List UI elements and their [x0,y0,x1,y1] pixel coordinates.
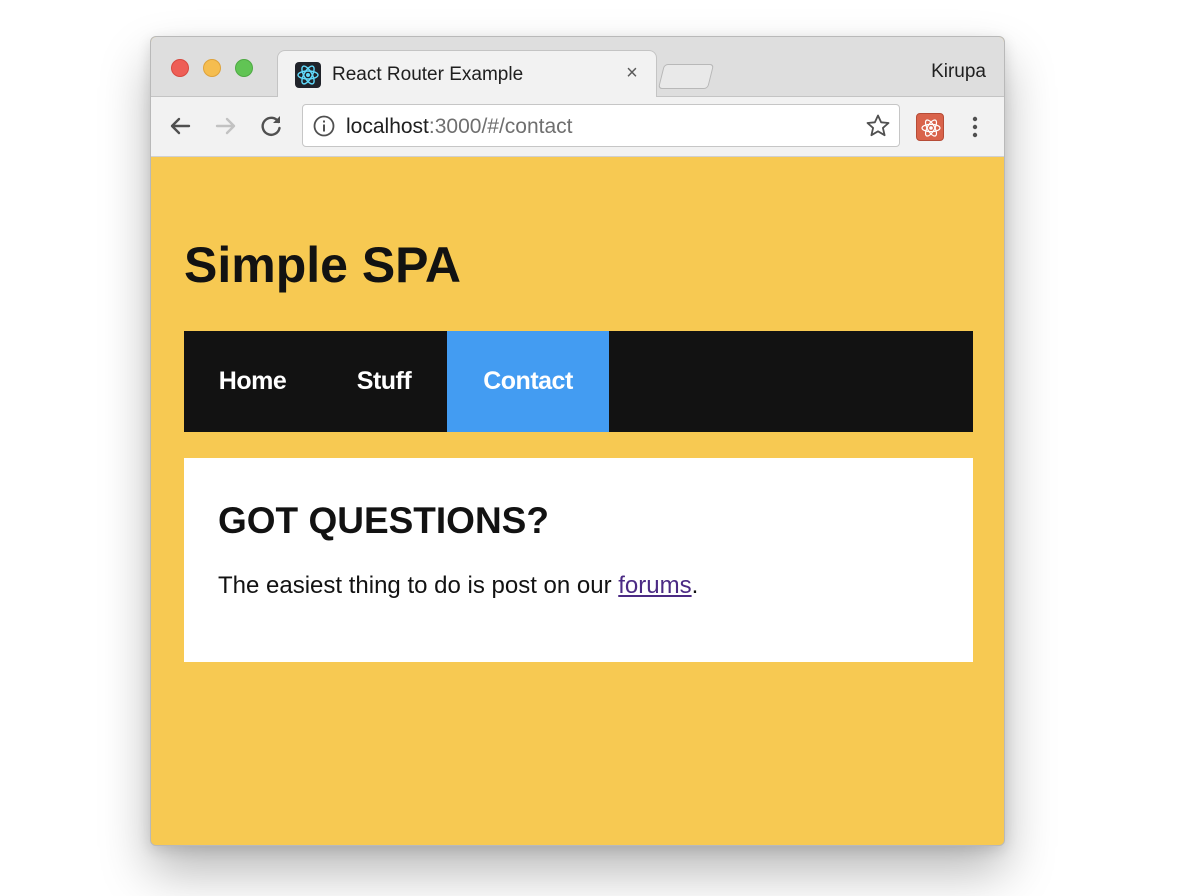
info-icon[interactable] [313,115,335,137]
new-tab-button[interactable] [657,64,715,89]
close-window-button[interactable] [171,59,189,77]
tab-title: React Router Example [332,64,524,85]
nav-link-home[interactable]: Home [184,331,321,432]
nav-link-contact[interactable]: Contact [447,331,609,432]
back-arrow-icon[interactable] [165,111,195,141]
card-text: The easiest thing to do is post on our f… [218,572,698,600]
tab-react-router-example[interactable]: React Router Example × [277,50,657,98]
url-host: localhost [346,115,429,138]
contact-card: GOT QUESTIONS? The easiest thing to do i… [184,458,973,662]
card-heading: GOT QUESTIONS? [218,500,549,541]
card-text-after: . [691,572,699,599]
kebab-menu-icon[interactable] [963,112,987,142]
url-path: :3000/#/contact [428,115,573,138]
page-content: Simple SPA Home Stuff Contact GOT QUESTI… [151,158,1004,845]
maximize-window-button[interactable] [235,59,253,77]
browser-window: React Router Example × Kirupa localhost:… [150,36,1005,846]
star-icon[interactable] [865,113,891,139]
minimize-window-button[interactable] [203,59,221,77]
tab-strip: React Router Example × Kirupa [151,37,1004,98]
profile-name[interactable]: Kirupa [931,61,986,83]
react-devtools-extension-icon[interactable] [916,113,944,141]
react-logo-icon [295,62,321,88]
forward-arrow-icon[interactable] [211,111,241,141]
card-text-before: The easiest thing to do is post on our [218,572,619,599]
site-title: Simple SPA [184,237,461,293]
url-text: localhost:3000/#/contact [346,115,573,139]
address-bar[interactable]: localhost:3000/#/contact [302,104,900,147]
close-tab-icon[interactable]: × [618,59,646,87]
browser-toolbar: localhost:3000/#/contact [151,97,1004,157]
nav-link-stuff[interactable]: Stuff [321,331,447,432]
forums-link[interactable]: forums [618,572,691,599]
reload-icon[interactable] [256,111,286,141]
main-nav: Home Stuff Contact [184,331,973,432]
